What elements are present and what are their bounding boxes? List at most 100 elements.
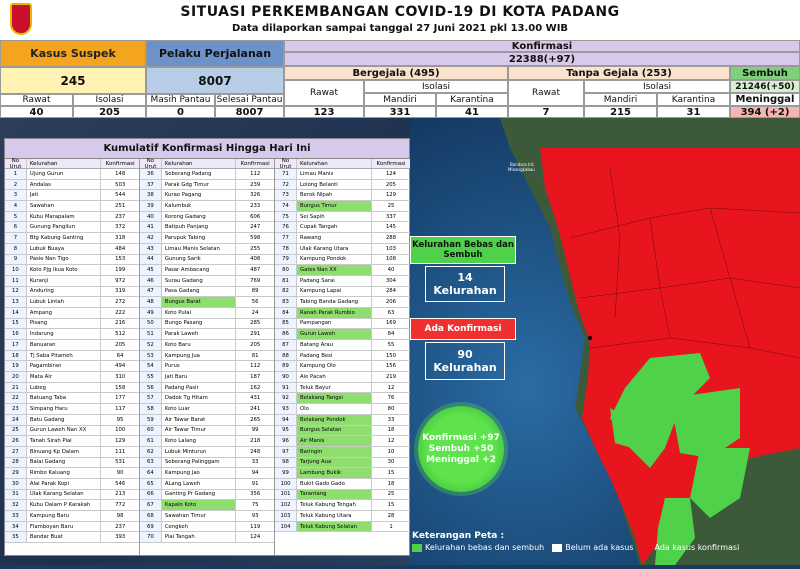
legend-red: Ada kasus konfirmasi bbox=[641, 543, 740, 552]
row-number: 63 bbox=[140, 457, 162, 468]
row-kelurahan: Parupuk Tabing bbox=[162, 233, 237, 243]
row-konfirmasi: 318 bbox=[115, 234, 126, 241]
row-konfirmasi: 531 bbox=[115, 459, 126, 466]
row-kelurahan: Kapalo Koto bbox=[161, 500, 237, 510]
row-kelurahan: Lubuk Lintah bbox=[27, 297, 102, 307]
row-number: 7 bbox=[5, 233, 27, 243]
row-konfirmasi: 213 bbox=[115, 491, 126, 498]
legend-red-label: Ada kasus konfirmasi bbox=[654, 543, 740, 552]
row-number: 52 bbox=[140, 340, 162, 350]
row-konfirmasi: 487 bbox=[250, 267, 261, 274]
row-konfirmasi: 512 bbox=[115, 331, 126, 338]
row-kelurahan: Koto Baru bbox=[162, 340, 237, 350]
header-no: No Urut bbox=[140, 158, 162, 170]
row-konfirmasi: 98 bbox=[116, 512, 124, 519]
konfirmasi-table: Kumulatif Konfirmasi Hingga Hari Ini No … bbox=[4, 138, 410, 556]
tanpa-gejala-mandiri-value: 215 bbox=[584, 106, 657, 118]
row-number: 55 bbox=[140, 372, 162, 382]
row-konfirmasi: 25 bbox=[387, 491, 395, 498]
table-row: 86 Gurun Laweh 84 bbox=[275, 329, 410, 340]
table-row: 7 Btg Kabung Ganting 318 bbox=[5, 233, 139, 244]
kasus-suspek-value: 245 bbox=[0, 67, 146, 94]
row-konfirmasi: 25 bbox=[387, 202, 395, 209]
row-kelurahan: Sawahan Timur bbox=[162, 511, 237, 521]
table-row: 102 Teluk Kabung Tengah 15 bbox=[275, 500, 410, 511]
table-row: 99 Lambung Bukik 15 bbox=[275, 468, 410, 479]
white-swatch-icon bbox=[552, 543, 563, 552]
row-konfirmasi: 24 bbox=[251, 309, 259, 316]
row-number: 98 bbox=[275, 457, 297, 468]
row-number: 25 bbox=[5, 425, 27, 436]
suspek-rawat-label: Rawat bbox=[0, 94, 73, 106]
suspek-isolasi-label: Isolasi bbox=[73, 94, 146, 106]
row-kelurahan: Bungus Barat bbox=[161, 297, 237, 307]
table-title: Kumulatif Konfirmasi Hingga Hari Ini bbox=[5, 139, 409, 159]
row-konfirmasi: 177 bbox=[115, 395, 126, 402]
meninggal-header: Meninggal bbox=[730, 93, 800, 106]
row-kelurahan: Cengkeh bbox=[162, 521, 237, 532]
row-kelurahan: Olo bbox=[297, 404, 372, 414]
tanpa-gejala-header: Tanpa Gejala (253) bbox=[508, 66, 730, 80]
row-kelurahan: Rawang bbox=[297, 233, 372, 243]
row-kelurahan: Anduring bbox=[27, 286, 102, 297]
selesai-pantau-value: 8007 bbox=[215, 106, 284, 118]
row-number: 68 bbox=[140, 511, 162, 521]
row-konfirmasi: 15 bbox=[387, 502, 395, 509]
row-number: 43 bbox=[140, 243, 162, 254]
row-kelurahan: Parak Laweh bbox=[162, 329, 237, 339]
row-kelurahan: Surau Gadang bbox=[162, 275, 237, 286]
row-kelurahan: Piai Tangah bbox=[162, 532, 237, 543]
table-row: 12 Anduring 319 bbox=[5, 286, 139, 298]
row-kelurahan: Teluk Kabung Selatan bbox=[297, 521, 372, 532]
row-number: 15 bbox=[5, 318, 27, 329]
row-kelurahan: Koto Luar bbox=[162, 404, 237, 414]
row-kelurahan: Padang Pasir bbox=[162, 382, 237, 393]
table-row: 43 Limau Manis Selatan 255 bbox=[140, 243, 274, 255]
legend-green-label: Kelurahan bebas dan sembuh bbox=[425, 543, 545, 552]
ada-box: 90 Kelurahan bbox=[425, 342, 505, 380]
konfirmasi-header: Konfirmasi bbox=[284, 40, 800, 52]
table-row: 74 Bungus Timur 25 bbox=[275, 201, 410, 212]
table-row: 90 Aie Pacah 219 bbox=[275, 372, 410, 383]
row-number: 45 bbox=[140, 265, 162, 275]
row-number: 39 bbox=[140, 201, 162, 211]
table-row: 61 Koto Lalang 218 bbox=[140, 436, 274, 447]
table-row: 104 Teluk Kabung Selatan 1 bbox=[275, 521, 410, 533]
row-number: 33 bbox=[5, 511, 27, 521]
row-konfirmasi: 219 bbox=[385, 373, 397, 380]
row-kelurahan: Balai Gadang bbox=[27, 457, 102, 468]
table-row: 98 Tarjung Aua 30 bbox=[275, 457, 410, 469]
table-row: 49 Koto Pulai 24 bbox=[140, 307, 274, 319]
row-kelurahan: Ganting Pr Gadang bbox=[162, 489, 237, 500]
table-row: 72 Lolong Belanti 205 bbox=[275, 179, 410, 191]
row-konfirmasi: 94 bbox=[251, 470, 259, 477]
tanpa-gejala-karantina-value: 31 bbox=[657, 106, 730, 118]
bergejala-karantina-value: 41 bbox=[436, 106, 508, 118]
table-row: 8 Lubuk Buaya 484 bbox=[5, 243, 139, 255]
row-kelurahan: Bungus Timur bbox=[297, 201, 372, 211]
row-number: 60 bbox=[140, 425, 162, 436]
row-konfirmasi: 606 bbox=[250, 213, 261, 220]
header-name: Kelurahan bbox=[26, 159, 102, 168]
row-number: 20 bbox=[5, 372, 27, 382]
circle-konfirmasi: Konfirmasi +97 bbox=[422, 432, 500, 443]
table-row: 89 Kampung Olo 156 bbox=[275, 361, 410, 373]
table-row: 1 Ujung Gurun 148 bbox=[5, 169, 139, 180]
row-number: 19 bbox=[5, 361, 27, 372]
row-kelurahan: Baringin bbox=[297, 446, 372, 457]
table-row: 16 Indarung 512 bbox=[5, 329, 139, 340]
row-konfirmasi: 124 bbox=[250, 534, 261, 541]
table-row: 54 Purus 112 bbox=[140, 361, 274, 373]
row-kelurahan: Tanah Sirah Piai bbox=[27, 436, 102, 446]
table-row: 11 Kuranji 972 bbox=[5, 275, 139, 287]
row-konfirmasi: 285 bbox=[250, 320, 261, 327]
bebas-box: 14 Kelurahan bbox=[425, 266, 505, 302]
row-number: 35 bbox=[5, 532, 27, 543]
row-konfirmasi: 76 bbox=[387, 395, 395, 402]
table-row: 22 Batuang Taba 177 bbox=[5, 393, 139, 405]
row-konfirmasi: 337 bbox=[385, 213, 397, 220]
table-row: 40 Korong Gadang 606 bbox=[140, 211, 274, 223]
table-row: 78 Ulak Karang Utara 103 bbox=[275, 243, 410, 255]
row-kelurahan: Tabing Banda Gadang bbox=[297, 297, 372, 307]
row-number: 69 bbox=[140, 521, 162, 532]
